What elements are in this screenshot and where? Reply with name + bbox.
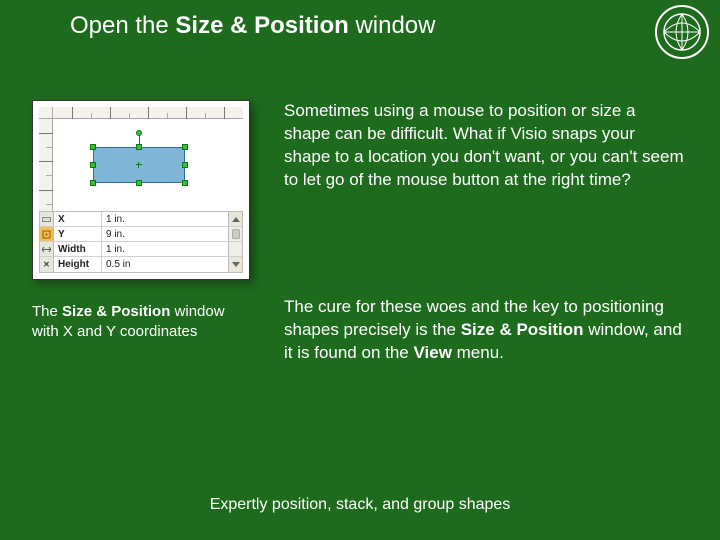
sp-row-width: Width 1 in. (40, 242, 242, 257)
title-post: window (349, 12, 436, 39)
sp-value[interactable]: 1 in. (102, 242, 228, 256)
body-paragraph-1: Sometimes using a mouse to position or s… (284, 100, 684, 192)
p2-bold2: View (413, 343, 451, 362)
slide-footer: Expertly position, stack, and group shap… (0, 496, 720, 514)
sp-row-height: ✕ Height 0.5 in (40, 257, 242, 272)
row-tab-icon[interactable] (40, 242, 54, 256)
title-bold: Size & Position (175, 12, 348, 39)
close-row-icon[interactable]: ✕ (40, 257, 54, 272)
resize-handle[interactable] (182, 180, 188, 186)
resize-handle[interactable] (90, 162, 96, 168)
scroll-down-button[interactable] (228, 257, 242, 272)
resize-handle[interactable] (182, 162, 188, 168)
sp-value[interactable]: 1 in. (102, 212, 228, 226)
sp-value[interactable]: 9 in. (102, 227, 228, 241)
sp-label: Y (54, 227, 102, 241)
p2-seg3: menu. (452, 343, 504, 362)
body-paragraph-2: The cure for these woes and the key to p… (284, 296, 684, 365)
rotation-handle[interactable] (136, 130, 142, 136)
sp-label: Height (54, 257, 102, 272)
pin-handle[interactable] (136, 162, 142, 168)
caption-pre: The (32, 303, 62, 320)
caption-bold: Size & Position (62, 303, 170, 320)
resize-handle[interactable] (90, 144, 96, 150)
slide-title: Open the Size & Position window (70, 12, 436, 40)
resize-handle[interactable] (136, 180, 142, 186)
visio-canvas (39, 107, 243, 213)
resize-handle[interactable] (182, 144, 188, 150)
resize-handle[interactable] (90, 180, 96, 186)
drawing-page (53, 119, 243, 213)
panel-caption: The Size & Position window with X and Y … (32, 302, 252, 343)
sp-label: X (54, 212, 102, 226)
scroll-track[interactable] (228, 242, 242, 256)
size-position-window: X 1 in. Y 9 in. Width 1 in. ✕ Height 0.5… (39, 211, 243, 273)
row-tab-icon[interactable] (40, 212, 54, 226)
institute-seal-logo (654, 4, 710, 60)
resize-handle[interactable] (136, 144, 142, 150)
sp-label: Width (54, 242, 102, 256)
ruler-corner (39, 107, 53, 119)
row-tab-icon[interactable] (40, 227, 54, 241)
sp-value[interactable]: 0.5 in (102, 257, 228, 272)
scroll-up-button[interactable] (228, 212, 242, 226)
scroll-track[interactable] (228, 227, 242, 241)
ruler-vertical (39, 119, 53, 213)
sp-row-y: Y 9 in. (40, 227, 242, 242)
visio-panel: X 1 in. Y 9 in. Width 1 in. ✕ Height 0.5… (32, 100, 250, 280)
ruler-horizontal (53, 107, 243, 119)
p2-bold1: Size & Position (461, 320, 584, 339)
selected-shape[interactable] (93, 147, 185, 183)
title-pre: Open the (70, 12, 175, 39)
sp-row-x: X 1 in. (40, 212, 242, 227)
